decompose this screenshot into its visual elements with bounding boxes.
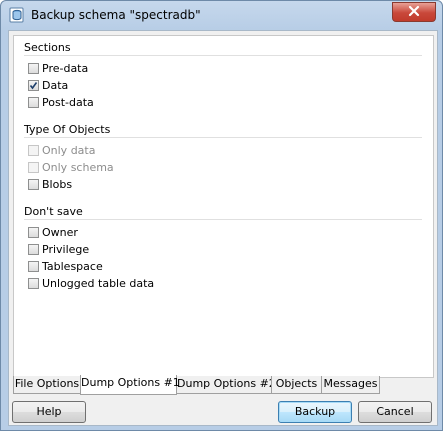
dialog-body: Sections Pre-data Data Post-data Type Of… xyxy=(8,30,438,426)
checkbox-box[interactable] xyxy=(28,261,39,272)
cancel-button[interactable]: Cancel xyxy=(358,401,432,423)
type-of-objects-group: Type Of Objects Only data Only schema Bl… xyxy=(24,123,422,203)
checkbox-box[interactable] xyxy=(28,227,39,238)
checkbox-label: Unlogged table data xyxy=(42,277,155,290)
checkbox-label: Owner xyxy=(42,226,78,239)
close-button[interactable] xyxy=(392,2,436,22)
backup-dialog: Backup schema "spectradb" Sections Pre-d… xyxy=(0,0,443,431)
help-button[interactable]: Help xyxy=(12,401,86,423)
checkbox-post-data[interactable]: Post-data xyxy=(28,95,94,110)
tab-dump-options-2[interactable]: Dump Options #2 xyxy=(176,376,276,394)
checkbox-blobs[interactable]: Blobs xyxy=(28,177,72,192)
checkbox-privilege[interactable]: Privilege xyxy=(28,242,89,257)
tab-file-options[interactable]: File Options xyxy=(13,376,81,394)
checkbox-unlogged-table-data[interactable]: Unlogged table data xyxy=(28,276,154,291)
backup-button[interactable]: Backup xyxy=(278,401,352,423)
title-bar[interactable]: Backup schema "spectradb" xyxy=(1,1,442,29)
checkmark-icon xyxy=(29,82,38,90)
checkbox-label: Pre-data xyxy=(42,62,89,75)
checkbox-only-data[interactable]: Only data xyxy=(28,143,95,158)
tab-dump-options-1[interactable]: Dump Options #1 xyxy=(80,375,180,395)
group-title: Sections xyxy=(24,41,71,54)
group-title: Type Of Objects xyxy=(24,123,111,136)
checkbox-label: Post-data xyxy=(42,96,94,109)
checkbox-pre-data[interactable]: Pre-data xyxy=(28,61,88,76)
checkbox-box[interactable] xyxy=(28,244,39,255)
checkbox-label: Only data xyxy=(42,144,96,157)
tab-objects[interactable]: Objects xyxy=(271,376,322,394)
checkbox-label: Data xyxy=(42,79,69,92)
checkbox-data[interactable]: Data xyxy=(28,78,68,93)
checkbox-tablespace[interactable]: Tablespace xyxy=(28,259,103,274)
tab-bar: File Options Dump Options #1 Dump Option… xyxy=(13,375,433,396)
dont-save-group: Don't save Owner Privilege Tablespace Un… xyxy=(24,205,422,305)
tab-messages[interactable]: Messages xyxy=(321,376,380,394)
dump-options-1-panel: Sections Pre-data Data Post-data Type Of… xyxy=(13,35,434,378)
close-icon xyxy=(408,5,420,17)
checkbox-label: Blobs xyxy=(42,178,73,191)
checkbox-label: Privilege xyxy=(42,243,90,256)
checkbox-label: Tablespace xyxy=(42,260,103,273)
group-title: Don't save xyxy=(24,205,83,218)
divider xyxy=(24,55,422,56)
checkbox-owner[interactable]: Owner xyxy=(28,225,78,240)
checkbox-box[interactable] xyxy=(28,97,39,108)
checkbox-box[interactable] xyxy=(28,145,39,156)
checkbox-box[interactable] xyxy=(28,179,39,190)
divider xyxy=(24,137,422,138)
database-backup-icon xyxy=(9,7,25,23)
checkbox-box[interactable] xyxy=(28,63,39,74)
checkbox-label: Only schema xyxy=(42,161,114,174)
checkbox-box[interactable] xyxy=(28,278,39,289)
window-title: Backup schema "spectradb" xyxy=(31,8,201,22)
checkbox-box[interactable] xyxy=(28,162,39,173)
checkbox-box[interactable] xyxy=(28,80,39,91)
divider xyxy=(24,219,422,220)
checkbox-only-schema[interactable]: Only schema xyxy=(28,160,114,175)
sections-group: Sections Pre-data Data Post-data xyxy=(24,41,422,121)
